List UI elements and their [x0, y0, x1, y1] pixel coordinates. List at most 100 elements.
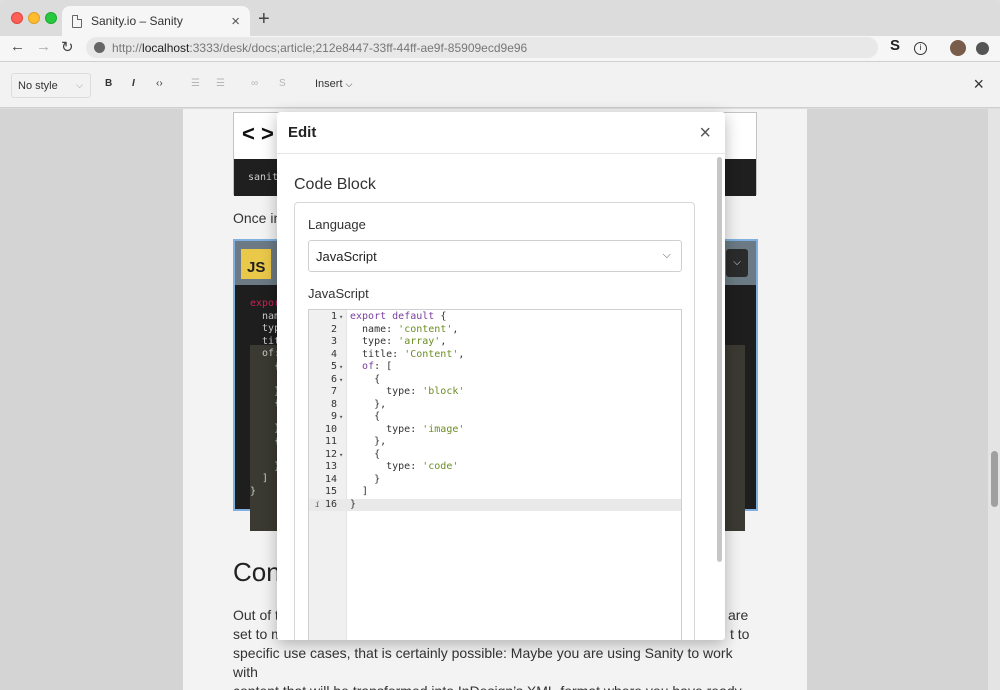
address-bar-row: ← → ↻ http://localhost:3333/desk/docs;ar…: [0, 36, 1000, 62]
code-line[interactable]: 15 ]: [309, 486, 681, 499]
url-input[interactable]: http://localhost:3333/desk/docs;article;…: [86, 37, 878, 58]
code-line[interactable]: 10 type: 'image': [309, 424, 681, 437]
code-line[interactable]: 9 ▾ {: [309, 411, 681, 424]
code-line[interactable]: 14 }: [309, 474, 681, 487]
code-text: type: 'code': [350, 461, 459, 472]
chevron-down-icon: ⌵: [662, 249, 671, 261]
insert-menu-button[interactable]: Insert ⌵: [315, 78, 352, 90]
code-line[interactable]: 12 ▾ {: [309, 449, 681, 462]
line-number: 1: [330, 311, 337, 322]
fold-toggle-icon[interactable]: ▾: [339, 311, 343, 324]
insert-label: Insert: [315, 78, 343, 90]
code-text: title: 'Content',: [350, 348, 465, 360]
back-arrow-icon[interactable]: ←: [10, 38, 25, 55]
code-text: ]: [350, 486, 369, 497]
section-title: Code Block: [294, 176, 376, 193]
page-scrollbar-thumb[interactable]: [991, 451, 998, 507]
url-prefix: http://: [112, 40, 143, 55]
window-minimize-button[interactable]: [28, 12, 40, 24]
code-text: {: [350, 373, 381, 385]
language-value: JavaScript: [316, 249, 377, 264]
code-line[interactable]: i 16}: [309, 498, 681, 511]
page-scrollbar[interactable]: [988, 109, 1000, 690]
dialog-body: Code Block Language JavaScript ⌵ JavaScr…: [277, 155, 725, 640]
profile-avatar[interactable]: [950, 40, 966, 56]
url-path: :3333/desk/docs;article;212e8447-33ff-44…: [189, 40, 528, 55]
italic-button[interactable]: I: [132, 78, 135, 89]
code-text: {: [350, 411, 381, 422]
fold-toggle-icon[interactable]: ▾: [339, 374, 343, 387]
forward-arrow-icon[interactable]: →: [36, 38, 51, 55]
code-text: name: 'content',: [350, 323, 459, 335]
code-text: {: [350, 448, 381, 460]
code-label: JavaScript: [308, 286, 369, 301]
js-logo: JS: [241, 249, 271, 279]
code-block-fieldset: Language JavaScript ⌵ JavaScript 1 ▾ expor…: [294, 202, 695, 640]
window-zoom-button[interactable]: [45, 12, 57, 24]
code-line[interactable]: 4 title: 'Content',: [309, 349, 681, 362]
language-label: Language: [308, 217, 366, 232]
line-number: 10: [324, 423, 337, 435]
line-number: 4: [330, 348, 337, 360]
reload-icon[interactable]: ↻: [61, 38, 74, 56]
new-tab-button[interactable]: +: [258, 8, 270, 31]
line-number: 2: [330, 323, 337, 335]
info-extension-icon[interactable]: i: [914, 42, 927, 55]
code-line[interactable]: 8 },: [309, 399, 681, 412]
language-select[interactable]: JavaScript ⌵: [308, 240, 682, 272]
strikethrough-button[interactable]: S: [279, 78, 286, 89]
code-line[interactable]: 6 ▾ {: [309, 374, 681, 387]
bold-button[interactable]: B: [105, 78, 112, 89]
paragraph-line: specific use cases, that is certainly po…: [233, 645, 733, 680]
code-line[interactable]: 1 ▾ export default {: [309, 311, 681, 324]
link-icon[interactable]: ∞: [251, 78, 258, 89]
sanity-extension-icon[interactable]: S: [890, 37, 900, 54]
code-brackets-icon: < >: [242, 121, 274, 146]
globe-icon: [94, 42, 105, 53]
line-number: 3: [330, 336, 337, 347]
chevron-down-icon[interactable]: ⌵: [726, 249, 748, 277]
code-line[interactable]: 3 type: 'array',: [309, 336, 681, 349]
fold-toggle-icon[interactable]: ▾: [339, 361, 343, 374]
code-line[interactable]: 2 name: 'content',: [309, 324, 681, 337]
code-text: type: 'array',: [350, 336, 447, 347]
code-line[interactable]: 5 ▾ of: [: [309, 361, 681, 374]
url-host: localhost: [142, 40, 190, 55]
numbered-list-icon[interactable]: ☰: [216, 78, 225, 89]
code-button[interactable]: ‹›: [156, 78, 163, 89]
code-editor[interactable]: 1 ▾ export default {2 name: 'content', 3 ty…: [308, 309, 682, 640]
window-close-button[interactable]: [11, 12, 23, 24]
browser-tab[interactable]: Sanity.io – Sanity ×: [62, 6, 250, 36]
close-fullscreen-button[interactable]: ×: [973, 74, 984, 95]
editor-toolbar: No style ⌵ B I ‹› ☰ ☰ ∞ S Insert ⌵ ×: [0, 62, 1000, 108]
tab-close-button[interactable]: ×: [231, 13, 240, 30]
code-line[interactable]: 13 type: 'code': [309, 461, 681, 474]
code-text: of: [: [362, 361, 393, 372]
download-icon[interactable]: [976, 42, 989, 55]
chevron-down-icon: ⌵: [76, 80, 83, 90]
paragraph-fragment: t to: [730, 626, 750, 642]
code-text: type: 'block': [350, 386, 465, 397]
block-style-select[interactable]: No style ⌵: [11, 73, 91, 98]
document-icon: [72, 14, 82, 28]
document-text: Once in: [233, 210, 282, 226]
block-style-value: No style: [18, 79, 58, 92]
dialog-scrollbar[interactable]: [717, 157, 722, 562]
tab-title: Sanity.io – Sanity: [91, 14, 183, 28]
line-number: 6: [330, 373, 337, 385]
bullet-list-icon[interactable]: ☰: [191, 78, 200, 89]
dialog-header: Edit ×: [277, 112, 725, 154]
dialog-title: Edit: [288, 124, 317, 141]
line-number: 9: [330, 411, 337, 422]
code-text: }: [350, 498, 357, 510]
line-number: 16: [324, 498, 337, 510]
code-line[interactable]: 7 type: 'block': [309, 386, 681, 399]
document-heading: Con: [233, 557, 281, 587]
dialog-close-button[interactable]: ×: [699, 122, 711, 145]
code-line[interactable]: 11 },: [309, 436, 681, 449]
fold-toggle-icon[interactable]: ▾: [339, 411, 343, 424]
fold-toggle-icon[interactable]: ▾: [339, 449, 343, 462]
code-text: }: [350, 473, 381, 485]
line-number: 13: [324, 461, 337, 472]
line-number: 12: [324, 448, 337, 460]
